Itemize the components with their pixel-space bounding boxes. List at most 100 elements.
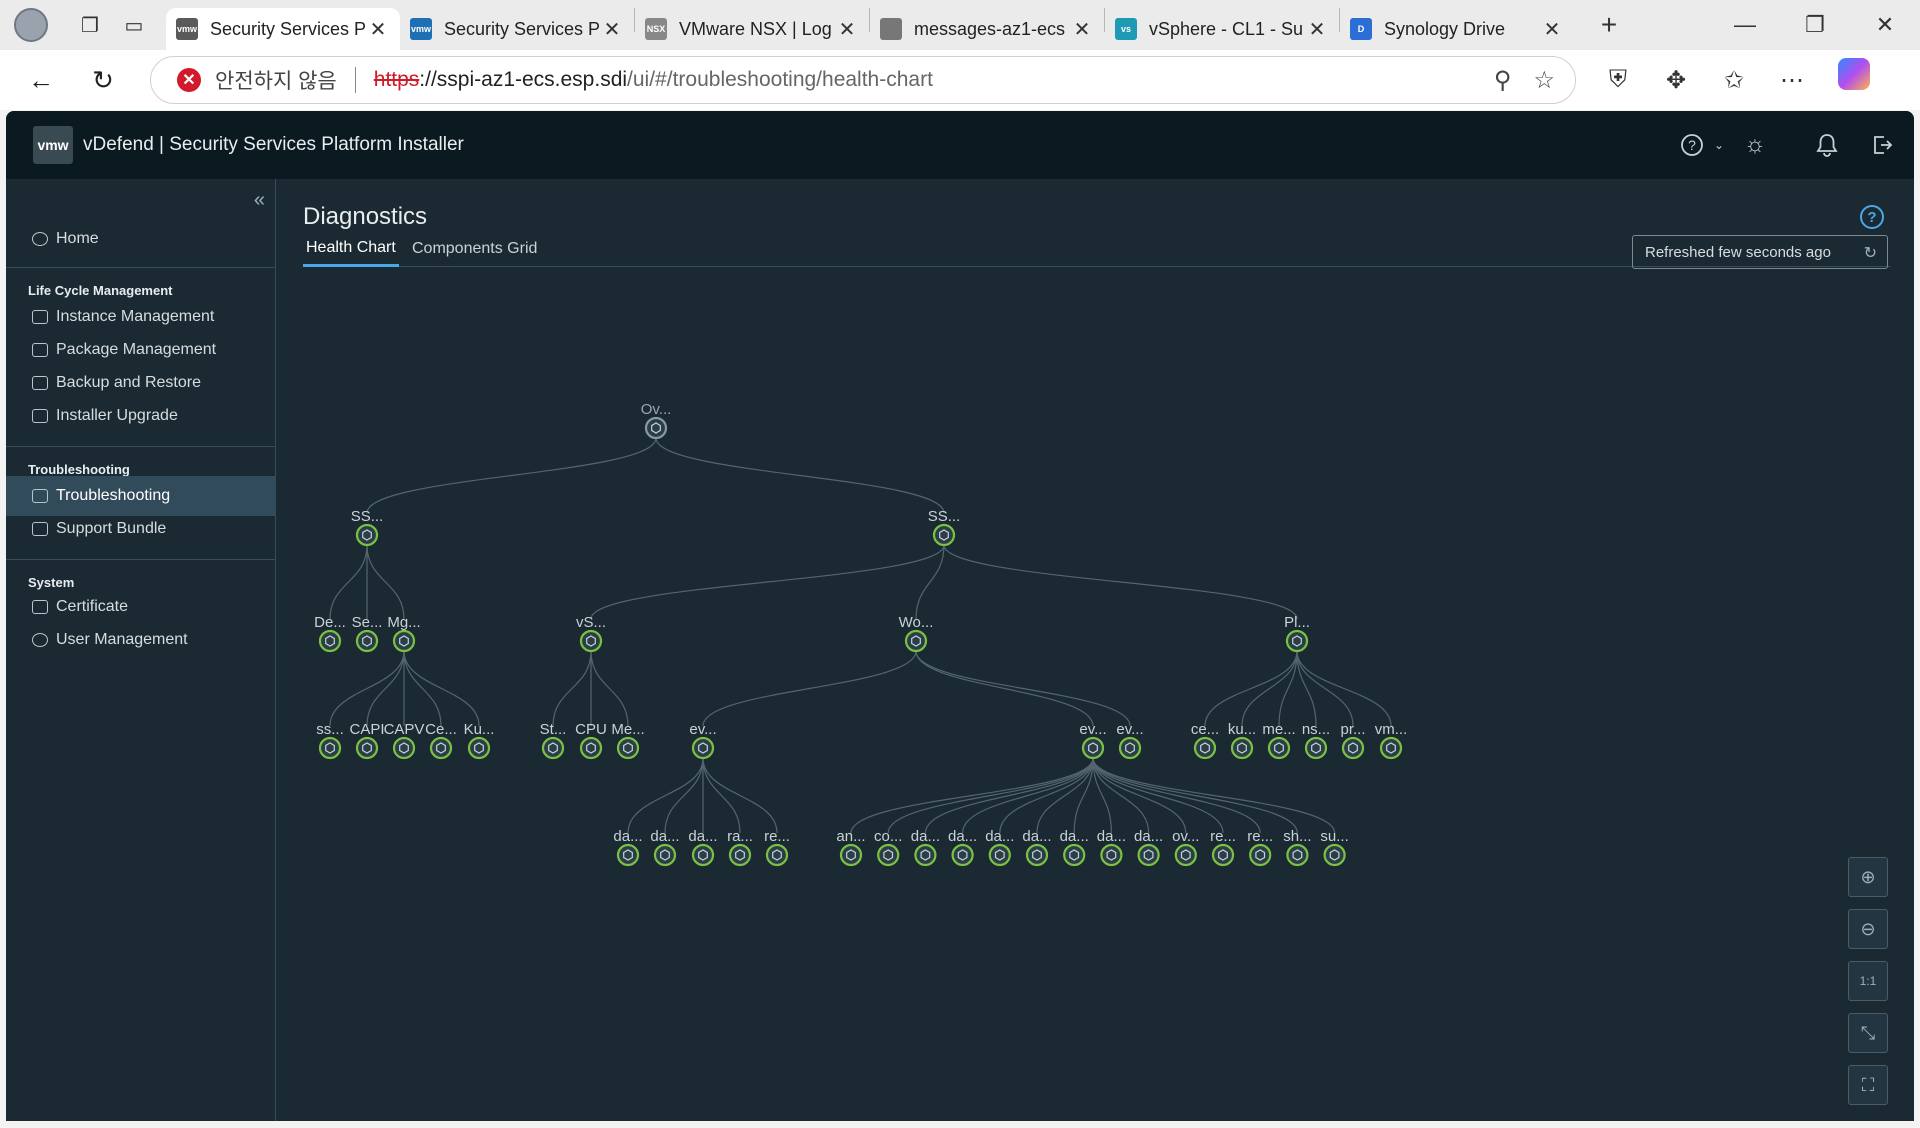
- node-status-ring: [318, 736, 342, 760]
- health-node[interactable]: re...: [764, 828, 790, 867]
- health-node[interactable]: da...: [650, 828, 680, 867]
- close-tab-icon[interactable]: ✕: [835, 17, 859, 42]
- zoom-in-icon[interactable]: ⊕: [1848, 857, 1888, 897]
- extensions-icon[interactable]: ✥: [1654, 58, 1698, 102]
- health-node[interactable]: da...: [1134, 828, 1163, 867]
- more-menu-icon[interactable]: ⋯: [1770, 58, 1814, 102]
- health-node[interactable]: da...: [911, 828, 940, 867]
- health-node[interactable]: da...: [613, 828, 643, 867]
- health-node[interactable]: ra...: [727, 828, 753, 867]
- health-node[interactable]: ce...: [1191, 721, 1219, 760]
- browser-tab[interactable]: vmw Security Services P ✕: [400, 8, 634, 50]
- health-node[interactable]: Wo...: [899, 614, 934, 653]
- address-bar[interactable]: ✕ 안전하지 않음 https://sspi-az1-ecs.esp.sdi/u…: [150, 56, 1576, 104]
- health-node[interactable]: CPU: [575, 721, 607, 760]
- close-window-icon[interactable]: ✕: [1850, 0, 1920, 50]
- health-node[interactable]: De...: [314, 614, 346, 653]
- health-node[interactable]: da...: [948, 828, 977, 867]
- tab-actions-icon[interactable]: ▭: [112, 5, 156, 45]
- copilot-icon[interactable]: [1838, 58, 1870, 90]
- health-node[interactable]: CAPV: [384, 721, 425, 760]
- health-node[interactable]: ku...: [1228, 721, 1256, 760]
- url-text[interactable]: https://sspi-az1-ecs.esp.sdi/ui/#/troubl…: [374, 68, 933, 92]
- zoom-out-icon[interactable]: ⊖: [1848, 909, 1888, 949]
- health-node[interactable]: da...: [1097, 828, 1126, 867]
- health-node[interactable]: da...: [1060, 828, 1089, 867]
- workspaces-icon[interactable]: ❐: [68, 5, 112, 45]
- health-node[interactable]: vS...: [576, 614, 606, 653]
- sidebar-item-user-management[interactable]: User Management: [6, 620, 276, 660]
- tab-health-chart[interactable]: Health Chart: [303, 231, 399, 267]
- favorite-star-icon[interactable]: ☆: [1533, 66, 1555, 95]
- sidebar-item-installer-upgrade[interactable]: Installer Upgrade: [6, 396, 276, 436]
- browser-tab[interactable]: D Synology Drive ✕: [1340, 8, 1574, 50]
- health-node[interactable]: St...: [540, 721, 567, 760]
- health-node[interactable]: ns...: [1302, 721, 1330, 760]
- collapse-icon[interactable]: ⤡: [1848, 1013, 1888, 1053]
- profile-avatar[interactable]: [14, 8, 48, 42]
- close-tab-icon[interactable]: ✕: [366, 17, 390, 42]
- logout-icon[interactable]: [1862, 134, 1902, 156]
- collapse-sidebar-icon[interactable]: «: [254, 189, 265, 212]
- tree-link: [403, 650, 480, 727]
- theme-sun-icon[interactable]: ☼: [1730, 131, 1780, 159]
- insecure-warning-icon[interactable]: ✕: [177, 68, 201, 92]
- health-node[interactable]: da...: [688, 828, 718, 867]
- browser-tab[interactable]: NSX VMware NSX | Log ✕: [635, 8, 869, 50]
- favorites-icon[interactable]: ✩: [1712, 58, 1756, 102]
- browser-tab[interactable]: vmw Security Services P ✕: [166, 8, 400, 50]
- browser-tab[interactable]: messages-az1-ecs ✕: [870, 8, 1104, 50]
- health-node[interactable]: Ov...: [641, 401, 672, 440]
- password-manager-icon[interactable]: ⛨: [1596, 58, 1640, 102]
- refresh-button[interactable]: Refreshed few seconds ago ↻: [1632, 235, 1888, 269]
- health-node[interactable]: me...: [1262, 721, 1296, 760]
- health-node[interactable]: CAPI: [349, 721, 385, 760]
- tab-components-grid[interactable]: Components Grid: [412, 231, 537, 267]
- page-help-icon[interactable]: ?: [1860, 205, 1884, 229]
- health-node[interactable]: Pl...: [1284, 614, 1310, 653]
- health-node[interactable]: Se...: [352, 614, 383, 653]
- health-node[interactable]: ev...: [1079, 721, 1107, 760]
- browser-tab[interactable]: vs vSphere - CL1 - Su ✕: [1105, 8, 1339, 50]
- health-node[interactable]: re...: [1210, 828, 1236, 867]
- health-node[interactable]: pr...: [1340, 721, 1366, 760]
- health-node[interactable]: su...: [1320, 828, 1349, 867]
- health-node[interactable]: SS...: [351, 508, 384, 547]
- health-node[interactable]: ov...: [1172, 828, 1199, 867]
- health-node[interactable]: ev...: [689, 721, 717, 760]
- health-node[interactable]: da...: [1022, 828, 1052, 867]
- fit-screen-icon[interactable]: ⛶: [1848, 1065, 1888, 1105]
- health-node[interactable]: sh...: [1283, 828, 1312, 867]
- close-tab-icon[interactable]: ✕: [1540, 17, 1564, 42]
- chevron-down-icon[interactable]: ⌄: [1708, 138, 1730, 152]
- close-tab-icon[interactable]: ✕: [600, 17, 624, 42]
- zoom-icon[interactable]: ⚲: [1494, 66, 1512, 95]
- health-node[interactable]: Mg...: [387, 614, 421, 653]
- actual-size-icon[interactable]: 1:1: [1848, 961, 1888, 1001]
- insecure-label[interactable]: 안전하지 않음: [215, 65, 337, 95]
- reload-icon[interactable]: ↻: [72, 58, 134, 102]
- health-node[interactable]: Me...: [611, 721, 645, 760]
- health-node[interactable]: ev...: [1116, 721, 1144, 760]
- close-tab-icon[interactable]: ✕: [1070, 17, 1094, 42]
- close-tab-icon[interactable]: ✕: [1305, 17, 1329, 42]
- health-node[interactable]: Ku...: [464, 721, 495, 760]
- new-tab-button[interactable]: +: [1582, 9, 1636, 41]
- health-node[interactable]: re...: [1247, 828, 1273, 867]
- node-status-ring: [1341, 736, 1365, 760]
- sidebar-item-home[interactable]: Home: [6, 219, 276, 259]
- health-node[interactable]: SS...: [928, 508, 961, 547]
- health-node[interactable]: vm...: [1375, 721, 1408, 760]
- health-node[interactable]: ss...: [316, 721, 344, 760]
- restore-icon[interactable]: ❐: [1780, 0, 1850, 50]
- health-node[interactable]: co...: [874, 828, 902, 867]
- minimize-icon[interactable]: —: [1710, 0, 1780, 50]
- back-icon[interactable]: ←: [10, 58, 72, 102]
- health-node[interactable]: an...: [836, 828, 866, 867]
- notification-bell-icon[interactable]: [1792, 133, 1862, 157]
- sidebar-item-support-bundle[interactable]: Support Bundle: [6, 509, 276, 549]
- health-node[interactable]: da...: [985, 828, 1014, 867]
- tree-link: [1092, 757, 1336, 834]
- help-icon[interactable]: ?: [1676, 133, 1708, 157]
- health-node[interactable]: Ce...: [425, 721, 457, 760]
